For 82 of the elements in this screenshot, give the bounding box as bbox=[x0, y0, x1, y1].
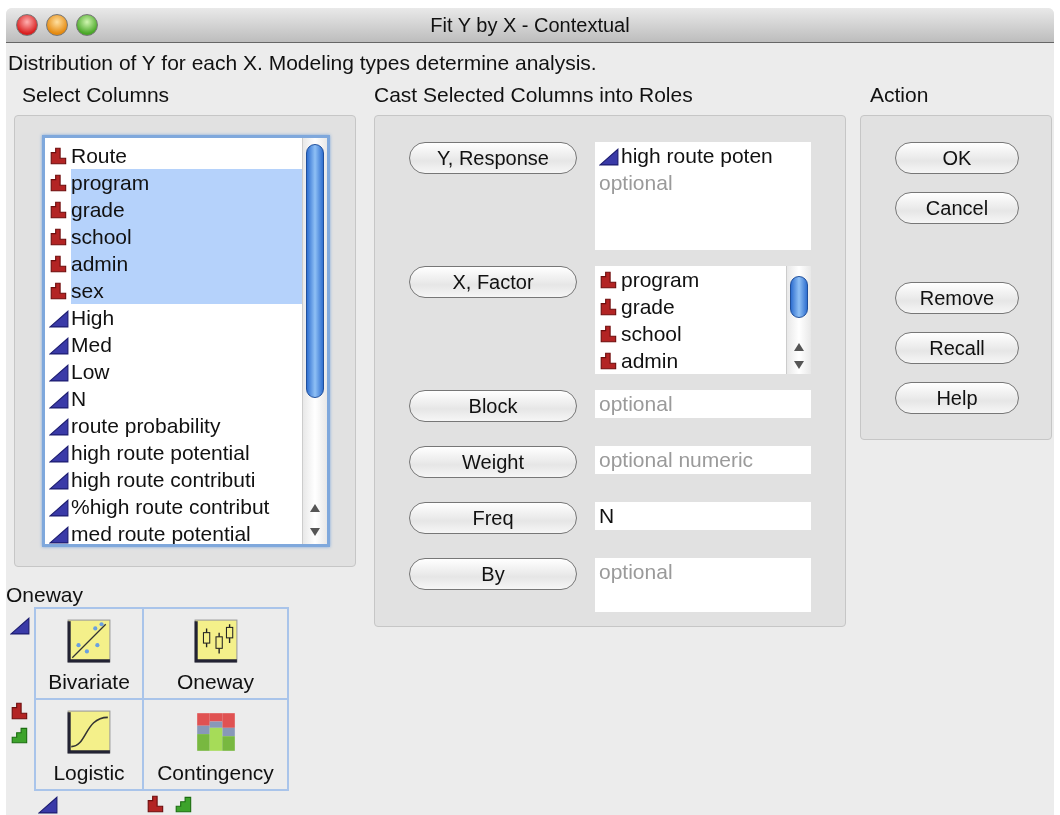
triangle-icon bbox=[49, 334, 69, 355]
role-field[interactable]: N bbox=[595, 502, 811, 530]
triangle-icon bbox=[49, 361, 69, 382]
role-button[interactable]: Weight bbox=[409, 446, 577, 478]
triangle-icon bbox=[49, 496, 69, 517]
role-item[interactable]: program bbox=[599, 266, 782, 293]
role-button[interactable]: Freq bbox=[409, 502, 577, 534]
role-button[interactable]: Block bbox=[409, 390, 577, 422]
action-button[interactable]: Recall bbox=[895, 332, 1019, 364]
platform-option[interactable]: Bivariate bbox=[35, 608, 143, 699]
window-title: Fit Y by X - Contextual bbox=[430, 13, 630, 37]
bar-chart-icon bbox=[49, 199, 69, 220]
zoom-button[interactable] bbox=[76, 14, 98, 36]
minimize-button[interactable] bbox=[46, 14, 68, 36]
column-item[interactable]: Med bbox=[45, 331, 302, 358]
action-button[interactable]: Remove bbox=[895, 282, 1019, 314]
bar-chart-icon bbox=[49, 280, 69, 301]
column-item[interactable]: med route potential bbox=[45, 520, 302, 544]
scroll-up-icon[interactable] bbox=[794, 343, 804, 351]
role-item[interactable]: high route poten bbox=[599, 142, 807, 169]
column-item[interactable]: high route potential bbox=[45, 439, 302, 466]
placeholder-text: optional bbox=[599, 170, 674, 196]
column-item[interactable]: Low bbox=[45, 358, 302, 385]
close-button[interactable] bbox=[16, 14, 38, 36]
column-item[interactable]: %high route contribut bbox=[45, 493, 302, 520]
triangle-icon bbox=[38, 794, 58, 814]
bar-chart-icon bbox=[49, 226, 69, 247]
role-item[interactable]: grade bbox=[599, 293, 782, 320]
chart-icon bbox=[66, 618, 112, 664]
action-button[interactable]: OK bbox=[895, 142, 1019, 174]
section-heading: Action bbox=[869, 82, 929, 108]
triangle-icon bbox=[49, 307, 69, 328]
column-item[interactable]: High bbox=[45, 304, 302, 331]
scroll-down-icon[interactable] bbox=[794, 361, 804, 369]
bar-chart-icon bbox=[49, 172, 69, 193]
platform-option[interactable]: Oneway bbox=[143, 608, 288, 699]
section-heading: Cast Selected Columns into Roles bbox=[373, 82, 693, 108]
role-field[interactable]: optional numeric bbox=[595, 446, 811, 474]
description-text: Distribution of Y for each X. Modeling types determine analysis. bbox=[7, 50, 598, 76]
bar-chart-icon bbox=[599, 269, 619, 290]
triangle-icon bbox=[49, 523, 69, 544]
triangle-icon bbox=[49, 415, 69, 436]
bar-chart-icon bbox=[174, 794, 194, 814]
scroll-up-icon[interactable] bbox=[310, 504, 320, 512]
role-list[interactable]: program grade school admin bbox=[595, 266, 811, 374]
section-heading: Select Columns bbox=[21, 82, 170, 108]
role-item[interactable]: school bbox=[599, 320, 782, 347]
role-field[interactable]: optional bbox=[595, 390, 811, 418]
role-button[interactable]: Y, Response bbox=[409, 142, 577, 174]
column-item[interactable]: route probability bbox=[45, 412, 302, 439]
chart-icon bbox=[66, 709, 112, 755]
column-list[interactable]: Route program grade school admin sex High Med Low N route probability high route potential high route contributi %high route contribut med route potential bbox=[42, 135, 330, 547]
scrollbar[interactable] bbox=[302, 138, 327, 544]
role-field[interactable]: optional bbox=[595, 558, 811, 612]
triangle-icon bbox=[49, 442, 69, 463]
role-button[interactable]: By bbox=[409, 558, 577, 590]
bar-chart-icon bbox=[599, 296, 619, 317]
triangle-icon bbox=[49, 469, 69, 490]
role-item[interactable]: admin bbox=[599, 347, 782, 374]
role-button[interactable]: X, Factor bbox=[409, 266, 577, 298]
platform-option[interactable]: Contingency bbox=[143, 699, 288, 790]
bar-chart-icon bbox=[49, 253, 69, 274]
chart-icon bbox=[192, 618, 239, 664]
scrollbar[interactable] bbox=[786, 266, 811, 374]
column-item[interactable]: high route contributi bbox=[45, 466, 302, 493]
column-item[interactable]: N bbox=[45, 385, 302, 412]
scroll-down-icon[interactable] bbox=[310, 528, 320, 536]
bar-chart-icon bbox=[599, 350, 619, 371]
triangle-icon bbox=[599, 145, 619, 166]
triangle-icon bbox=[49, 388, 69, 409]
triangle-icon bbox=[10, 615, 30, 635]
bar-chart-icon bbox=[10, 725, 30, 745]
bar-chart-icon bbox=[49, 145, 69, 166]
action-button[interactable]: Help bbox=[895, 382, 1019, 414]
platform-heading: Oneway bbox=[6, 583, 84, 607]
bar-chart-icon bbox=[599, 323, 619, 344]
bar-chart-icon bbox=[146, 794, 166, 814]
platform-option[interactable]: Logistic bbox=[35, 699, 143, 790]
bar-chart-icon bbox=[10, 701, 30, 721]
role-list[interactable]: high route poten optional bbox=[595, 142, 811, 250]
action-button[interactable]: Cancel bbox=[895, 192, 1019, 224]
column-item[interactable]: Route bbox=[45, 142, 302, 169]
